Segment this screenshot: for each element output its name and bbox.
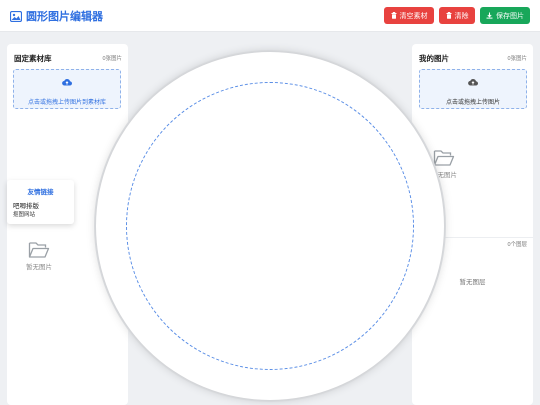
friend-link-item[interactable]: 吧唧排版 bbox=[13, 200, 39, 210]
trash-icon bbox=[446, 12, 452, 19]
my-images-title: 我的图片 bbox=[419, 54, 449, 63]
friend-links-popup: 友情链接 吧唧排版 抠图网站 bbox=[7, 180, 74, 224]
save-image-button[interactable]: 保存图片 bbox=[480, 7, 530, 24]
circle-canvas[interactable] bbox=[96, 52, 444, 400]
cloud-upload-icon bbox=[468, 73, 479, 91]
app-title-text: 圆形图片编辑器 bbox=[26, 11, 103, 23]
material-upload-text: 点击或拖拽上传图片到素材库 bbox=[27, 99, 106, 106]
top-header: 圆形图片编辑器 清空素材 清除 保存图片 bbox=[0, 0, 540, 32]
app-title: 圆形图片编辑器 bbox=[10, 8, 103, 24]
folder-open-icon bbox=[28, 241, 50, 263]
download-icon bbox=[486, 12, 493, 19]
friend-links-title: 友情链接 bbox=[27, 189, 54, 196]
clear-material-button[interactable]: 清空素材 bbox=[384, 7, 434, 24]
image-upload-text: 点击或拖拽上传图片 bbox=[445, 99, 500, 106]
image-icon bbox=[10, 10, 22, 22]
folder-open-icon bbox=[433, 149, 455, 171]
trash-icon bbox=[391, 12, 397, 19]
my-images-count: 0张图片 bbox=[507, 56, 527, 62]
friend-link-item[interactable]: 抠图网站 bbox=[13, 210, 35, 218]
crop-guide-circle bbox=[126, 82, 414, 370]
material-empty-text: 暂无图片 bbox=[26, 264, 52, 271]
material-library-title: 固定素材库 bbox=[14, 54, 52, 63]
material-upload-zone[interactable]: 点击或拖拽上传图片到素材库 bbox=[13, 69, 121, 109]
clear-button[interactable]: 清除 bbox=[439, 7, 475, 24]
clear-label: 清除 bbox=[454, 12, 469, 20]
image-upload-zone[interactable]: 点击或拖拽上传图片 bbox=[419, 69, 527, 109]
cloud-upload-icon bbox=[62, 73, 73, 91]
material-empty-state: 暂无图片 bbox=[24, 241, 54, 273]
layers-count: 0个图层 bbox=[507, 242, 527, 248]
clear-material-label: 清空素材 bbox=[399, 12, 428, 20]
material-library-count: 0张图片 bbox=[102, 56, 122, 62]
save-image-label: 保存图片 bbox=[496, 12, 524, 20]
